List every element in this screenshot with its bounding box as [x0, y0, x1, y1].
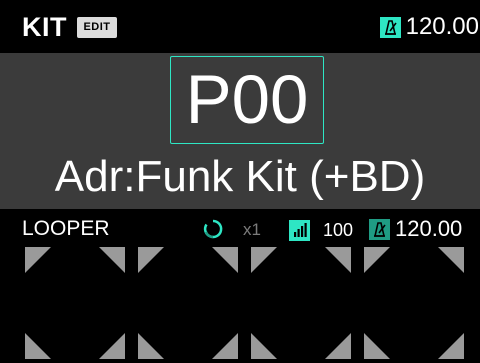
pad-corner — [99, 247, 125, 273]
loop-icon[interactable] — [202, 218, 224, 240]
edit-badge[interactable]: EDIT — [77, 17, 117, 38]
volume-bars-icon — [289, 220, 310, 241]
looper-volume[interactable]: 100 — [323, 218, 353, 242]
pad-corner — [438, 247, 464, 273]
pad-corner — [25, 333, 51, 359]
pad-corner — [25, 247, 51, 273]
pad-corner — [251, 333, 277, 359]
metronome-icon — [379, 16, 401, 38]
preset-number-box[interactable]: P00 — [170, 56, 324, 144]
pad-corner — [138, 333, 164, 359]
pad-corner — [325, 247, 351, 273]
header-tempo-value: 120.00 — [405, 13, 479, 40]
preset-panel: P00 Adr:Funk Kit (+BD) — [0, 53, 480, 209]
pad-corner — [438, 333, 464, 359]
pad-corner — [364, 247, 390, 273]
pad-corner — [251, 247, 277, 273]
pad-corner — [364, 333, 390, 359]
looper-tempo[interactable]: 120.00 — [369, 216, 462, 242]
kit-name: Adr:Funk Kit (+BD) — [54, 152, 426, 201]
looper-pad-1[interactable] — [25, 247, 125, 359]
metronome-icon — [369, 218, 390, 240]
looper-label: LOOPER — [22, 217, 110, 240]
pad-corner — [212, 247, 238, 273]
top-bar: KIT EDIT 120.00 — [0, 0, 480, 53]
header-tempo[interactable]: 120.00 — [379, 13, 479, 41]
looper-pad-2[interactable] — [138, 247, 238, 359]
loop-multiplier[interactable]: x1 — [243, 218, 261, 242]
looper-pad-4[interactable] — [364, 247, 464, 359]
looper-bar: LOOPER x1 100 120.00 — [0, 209, 480, 245]
pad-corner — [138, 247, 164, 273]
pad-corner — [212, 333, 238, 359]
looper-tempo-value: 120.00 — [395, 216, 463, 241]
pad-corner — [99, 333, 125, 359]
looper-pad-3[interactable] — [251, 247, 351, 359]
pad-corner — [325, 333, 351, 359]
preset-number: P00 — [185, 61, 309, 138]
looper-pads — [0, 245, 480, 363]
mode-label: KIT — [22, 12, 67, 42]
